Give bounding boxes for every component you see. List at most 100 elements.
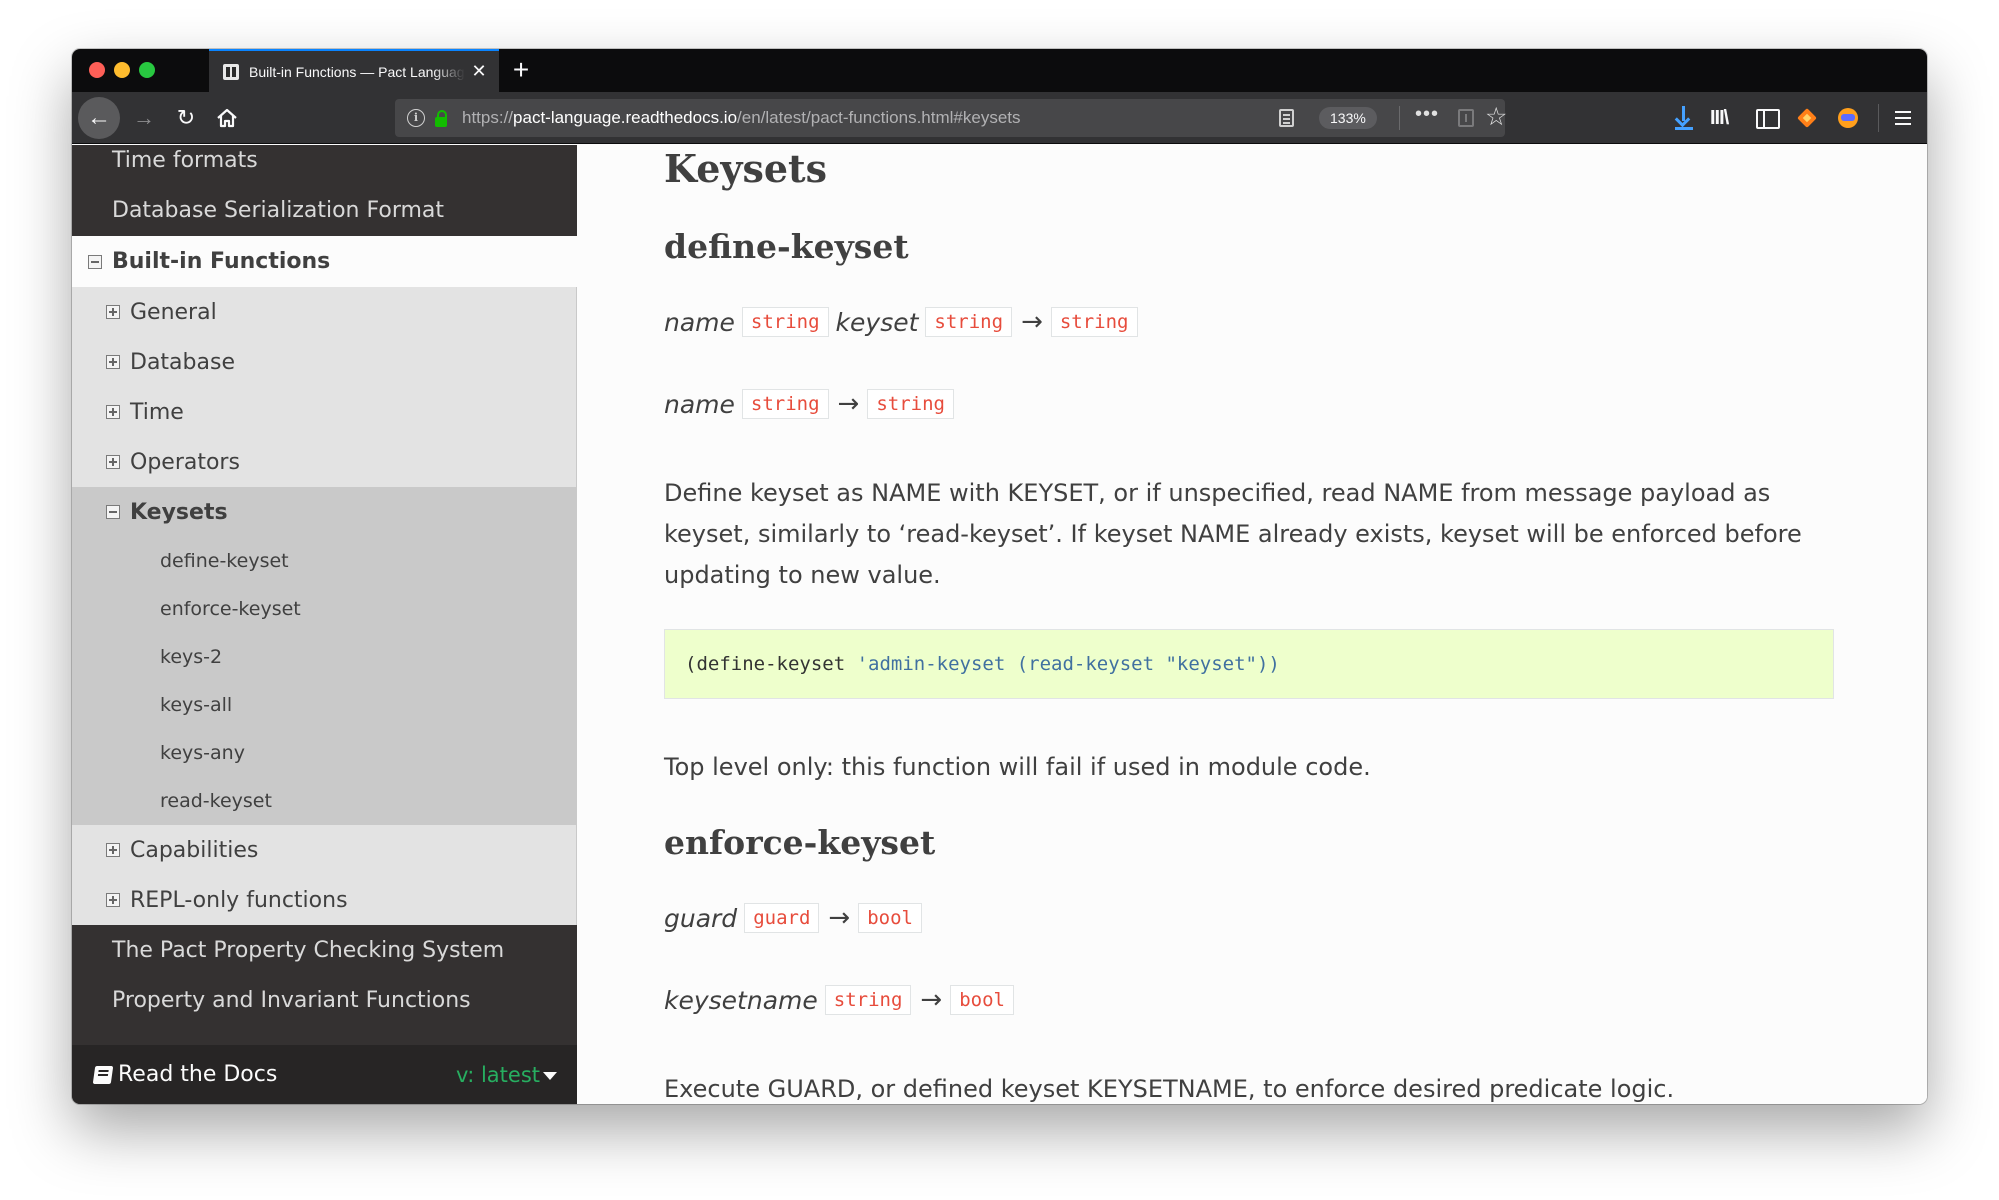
define-keyset-signature-1: name string keyset string → string [664,307,1145,337]
code-argument: 'admin-keyset (read-keyset "keyset")) [856,653,1280,675]
arrow-icon: → [828,903,851,933]
navigation-toolbar: ← → ↻ i https://pact-language.readthedoc… [72,92,1927,144]
downloads-icon[interactable] [1670,104,1698,132]
sidebar-item-property-checking[interactable]: The Pact Property Checking System [72,925,577,975]
sidebar-item-label: Time [130,399,184,425]
arg-name: name [664,307,735,337]
sidebar-item-operators[interactable]: Operators [72,437,577,487]
toolbar-divider [1878,104,1879,132]
sidebar-item-label: Operators [130,449,240,475]
sidebar-toggle-icon[interactable] [1752,104,1780,132]
sidebar-item-time-formats[interactable]: Time formats [72,145,577,185]
expand-icon[interactable] [106,455,120,469]
type-chip: string [741,307,829,337]
page-actions-icon[interactable]: ••• [1415,103,1439,126]
url-path: /en/latest/pact-functions.html#keysets [737,108,1021,127]
return-type-chip: string [1050,307,1138,337]
tab-built-in-functions[interactable]: Built-in Functions — Pact Language ✕ [209,49,499,92]
zoom-level-badge[interactable]: 133% [1319,107,1377,129]
home-button[interactable] [209,100,245,136]
reader-view-icon[interactable] [1279,109,1294,127]
type-chip: string [925,307,1013,337]
arg-name: keysetname [664,985,818,1015]
sidebar-item-database-serialization[interactable]: Database Serialization Format [72,185,577,235]
arrow-icon: → [920,985,943,1015]
enforce-keyset-signature-1: guard guard → bool [664,903,929,933]
expand-icon[interactable] [106,355,120,369]
expand-icon[interactable] [106,893,120,907]
return-type-chip: bool [950,985,1014,1015]
url-host: pact-language.readthedocs.io [513,108,738,127]
code-function: (define-keyset [685,653,857,675]
pocket-icon[interactable] [1458,109,1474,127]
sidebar-item-property-invariant-functions[interactable]: Property and Invariant Functions [72,975,577,1025]
arg-name: name [664,389,735,419]
url-text[interactable]: https://pact-language.readthedocs.io/en/… [462,108,1021,128]
type-chip: guard [744,903,820,933]
sidebar-item-label: Built-in Functions [112,249,331,274]
type-chip: string [824,985,912,1015]
define-keyset-note: Top level only: this function will fail … [664,753,1371,781]
book-icon [92,1065,114,1084]
sidebar-item-keysets[interactable]: Keysets [72,487,577,537]
return-type-chip: string [867,389,954,419]
sidebar-item-label: General [130,299,217,325]
return-type-chip: bool [858,903,922,933]
expand-icon[interactable] [106,843,120,857]
sidebar-item-capabilities[interactable]: Capabilities [72,825,577,875]
sidebar-item-define-keyset[interactable]: define-keyset [72,537,577,585]
sidebar-item-keys-all[interactable]: keys-all [72,681,577,729]
caret-down-icon[interactable] [543,1072,557,1080]
docs-content: Keysets define-keyset name string keyset… [577,145,1927,1104]
sidebar-item-repl-only-functions[interactable]: REPL-only functions [72,875,577,925]
forward-button[interactable]: → [126,100,162,136]
version-label[interactable]: v: latest [456,1063,540,1087]
back-button[interactable]: ← [78,97,120,139]
sidebar-item-enforce-keyset[interactable]: enforce-keyset [72,585,577,633]
tab-close-icon[interactable]: ✕ [465,61,493,82]
tab-strip: Built-in Functions — Pact Language ✕ + [72,49,1927,92]
section-title: Keysets [664,146,827,191]
minimize-window-button[interactable] [114,62,130,78]
arg-name: keyset [835,307,919,337]
hamburger-menu-icon[interactable] [1889,104,1917,132]
define-keyset-description: Define keyset as NAME with KEYSET, or if… [664,473,1864,596]
description-line: keyset, similarly to ‘read-keyset’. If k… [664,520,1802,548]
url-bar-divider [1399,106,1400,130]
sidebar-item-built-in-functions[interactable]: Built-in Functions [72,236,577,287]
collapse-icon[interactable] [106,505,120,519]
sidebar-item-label: Keysets [130,499,228,525]
description-line: Define keyset as NAME with KEYSET, or if… [664,479,1771,507]
enforce-keyset-description: Execute GUARD, or defined keyset KEYSETN… [664,1075,1675,1103]
sidebar-item-read-keyset[interactable]: read-keyset [72,777,577,825]
sidebar-item-general[interactable]: General [72,287,577,337]
site-info-icon[interactable]: i [407,109,425,127]
collapse-icon[interactable] [88,254,102,269]
expand-icon[interactable] [106,405,120,419]
extension-face-icon[interactable] [1834,104,1862,132]
metamask-extension-icon[interactable] [1793,104,1821,132]
close-window-button[interactable] [89,62,105,78]
url-scheme: https:// [462,108,514,127]
new-tab-button[interactable]: + [504,54,538,88]
define-keyset-signature-2: name string → string [664,389,961,419]
bookmark-star-icon[interactable]: ☆ [1485,102,1507,132]
sidebar-item-time[interactable]: Time [72,387,577,437]
sidebar-item-database[interactable]: Database [72,337,577,387]
library-icon[interactable]: III\ [1710,104,1738,132]
sidebar-item-keys-2[interactable]: keys-2 [72,633,577,681]
sidebar-item-label: Database [130,349,235,375]
docs-sidebar: Time formats Database Serialization Form… [72,145,577,1104]
rtd-version-footer[interactable]: Read the Docs v: latest [72,1045,577,1104]
description-line: updating to new value. [664,561,941,589]
arg-name: guard [664,903,738,933]
code-example: (define-keyset 'admin-keyset (read-keyse… [664,629,1834,699]
docs-favicon-icon [223,63,239,80]
expand-icon[interactable] [106,305,120,319]
sidebar-item-keys-any[interactable]: keys-any [72,729,577,777]
arrow-icon: → [1021,307,1043,337]
lock-icon [434,109,448,127]
maximize-window-button[interactable] [139,62,155,78]
reload-button[interactable]: ↻ [168,100,204,136]
url-bar[interactable]: i https://pact-language.readthedocs.io/e… [395,99,1507,137]
